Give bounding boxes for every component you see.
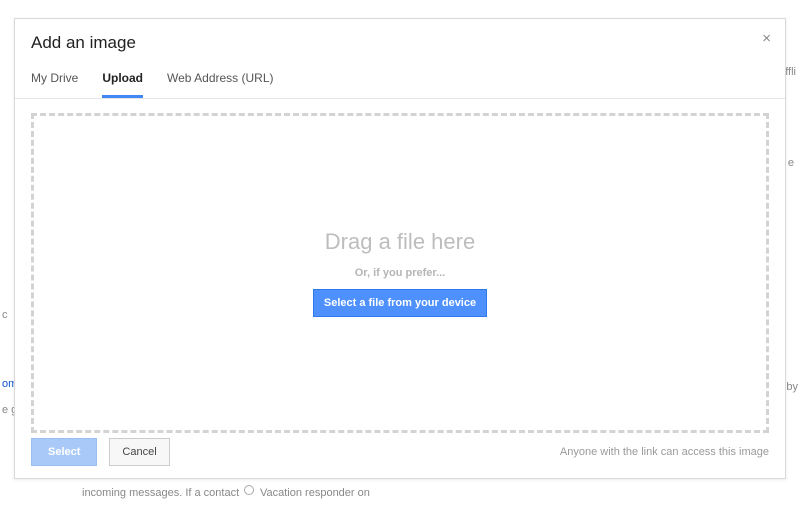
close-button[interactable]: × bbox=[762, 31, 771, 46]
tab-web-address[interactable]: Web Address (URL) bbox=[167, 71, 273, 98]
dialog-footer: Select Cancel Anyone with the link can a… bbox=[15, 428, 785, 478]
radio-icon bbox=[244, 485, 254, 495]
dialog-header: Add an image × bbox=[15, 19, 785, 53]
bg-text: c bbox=[2, 309, 8, 321]
cancel-button[interactable]: Cancel bbox=[109, 438, 169, 466]
select-file-button[interactable]: Select a file from your device bbox=[313, 289, 487, 317]
bg-text: incoming messages. If a contact bbox=[82, 487, 239, 499]
bg-text: e bbox=[788, 157, 794, 169]
tabs: My Drive Upload Web Address (URL) bbox=[15, 53, 785, 99]
close-icon: × bbox=[762, 30, 771, 47]
drag-subtitle: Or, if you prefer... bbox=[355, 267, 445, 279]
bg-text: ffli bbox=[785, 66, 796, 78]
add-image-dialog: Add an image × My Drive Upload Web Addre… bbox=[14, 18, 786, 479]
bg-text: Vacation responder on bbox=[260, 487, 370, 499]
drag-title: Drag a file here bbox=[325, 229, 475, 255]
dialog-title: Add an image bbox=[31, 33, 769, 53]
tab-my-drive[interactable]: My Drive bbox=[31, 71, 78, 98]
file-dropzone[interactable]: Drag a file here Or, if you prefer... Se… bbox=[31, 113, 769, 433]
footer-note: Anyone with the link can access this ima… bbox=[560, 446, 769, 458]
dropzone-container: Drag a file here Or, if you prefer... Se… bbox=[15, 99, 785, 443]
tab-upload[interactable]: Upload bbox=[102, 71, 143, 98]
select-button[interactable]: Select bbox=[31, 438, 97, 466]
